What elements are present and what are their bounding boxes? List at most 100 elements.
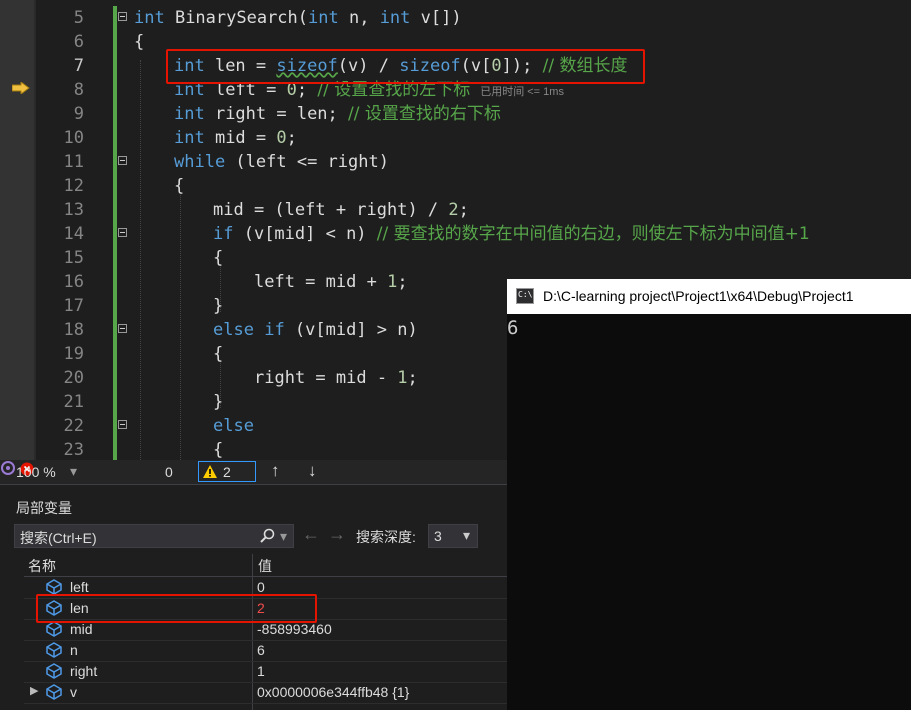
code-text: mid = (left + right) / 2;: [213, 200, 469, 220]
perf-tip: 已用时间 <= 1ms: [480, 86, 564, 98]
code-text: int right = len; // 设置查找的右下标: [174, 104, 501, 124]
locals-title: 局部变量: [16, 500, 72, 516]
variable-icon: [46, 642, 62, 658]
console-titlebar[interactable]: C:\ D:\C-learning project\Project1\x64\D…: [507, 279, 911, 314]
line-number: 13: [63, 200, 84, 220]
console-window[interactable]: C:\ D:\C-learning project\Project1\x64\D…: [507, 279, 911, 710]
variable-name: mid: [70, 621, 93, 637]
variable-value[interactable]: 1: [257, 663, 265, 679]
line-number: 16: [63, 272, 84, 292]
console-output: 6: [507, 317, 519, 339]
annotation-highlight-box: [36, 594, 317, 623]
column-header-name[interactable]: 名称: [28, 556, 56, 576]
zoom-dropdown-icon[interactable]: ▾: [70, 463, 77, 480]
code-text: while (left <= right): [174, 152, 389, 172]
search-depth-select[interactable]: 3 ▾: [428, 524, 478, 548]
table-row[interactable]: ▶ v 0x0000006e344ffb48 {1}: [24, 682, 507, 704]
variable-icon: [46, 684, 62, 700]
code-text: {: [213, 440, 224, 460]
variable-name: right: [70, 663, 98, 679]
code-line[interactable]: 15 {: [0, 246, 911, 270]
code-text: else: [213, 416, 254, 436]
line-number: 7: [73, 56, 84, 76]
line-number: 15: [63, 248, 84, 268]
line-number: 23: [63, 440, 84, 460]
copilot-icon[interactable]: [0, 460, 16, 476]
search-options-icon[interactable]: ▾: [280, 528, 287, 545]
line-number: 8: [73, 80, 84, 100]
variable-name: left: [70, 579, 89, 595]
collapse-toggle-icon[interactable]: [118, 420, 127, 429]
code-line[interactable]: 13 mid = (left + right) / 2;: [0, 198, 911, 222]
pane-divider: [0, 484, 507, 485]
table-row[interactable]: right 1: [24, 661, 507, 683]
line-number: 12: [63, 176, 84, 196]
warning-indicator[interactable]: 2: [198, 461, 256, 482]
line-number: 22: [63, 416, 84, 436]
code-line[interactable]: 12 {: [0, 174, 911, 198]
line-number: 11: [63, 152, 84, 172]
code-text: int BinarySearch(int n, int v[]): [134, 8, 462, 28]
line-number: 10: [63, 128, 84, 148]
column-header-value[interactable]: 值: [258, 556, 272, 576]
zoom-level[interactable]: 100 %: [16, 464, 56, 480]
variable-icon: [46, 663, 62, 679]
code-line[interactable]: 14 if (v[mid] < n) // 要查找的数字在中间值的右边，则使左下…: [0, 222, 911, 246]
search-back-icon[interactable]: ←: [302, 524, 320, 545]
code-text: if (v[mid] < n) // 要查找的数字在中间值的右边，则使左下标为中…: [213, 224, 810, 244]
collapse-toggle-icon[interactable]: [118, 12, 127, 21]
line-number: 17: [63, 296, 84, 316]
code-text: }: [213, 392, 224, 412]
locals-grid-header: 名称 值: [24, 554, 507, 577]
expand-icon[interactable]: ▶: [30, 684, 38, 697]
line-number: 19: [63, 344, 84, 364]
variable-name: v: [70, 684, 77, 700]
variable-icon: [46, 621, 62, 637]
variable-name: n: [70, 642, 78, 658]
editor-status-bar: 100 % ▾ 0 2 ↑ ↓: [0, 460, 507, 484]
line-number: 5: [73, 8, 84, 28]
console-title: D:\C-learning project\Project1\x64\Debug…: [543, 288, 854, 304]
search-placeholder: 搜索(Ctrl+E): [20, 530, 97, 546]
variable-value[interactable]: -858993460: [257, 621, 332, 637]
variable-value[interactable]: 0: [257, 579, 265, 595]
collapse-toggle-icon[interactable]: [118, 228, 127, 237]
code-line[interactable]: 5 int BinarySearch(int n, int v[]): [0, 6, 911, 30]
console-app-icon: C:\: [516, 288, 534, 304]
code-text: else if (v[mid] > n): [213, 320, 418, 340]
table-row[interactable]: n 6: [24, 640, 507, 662]
arrow-up-icon[interactable]: ↑: [271, 461, 280, 481]
collapse-toggle-icon[interactable]: [118, 324, 127, 333]
code-text: int mid = 0;: [174, 128, 297, 148]
error-count[interactable]: 0: [165, 464, 173, 480]
code-text: {: [174, 176, 185, 196]
search-depth-value: 3: [434, 528, 442, 544]
search-depth-label: 搜索深度:: [356, 529, 416, 545]
code-text: left = mid + 1;: [254, 272, 408, 292]
line-number: 20: [63, 368, 84, 388]
collapse-toggle-icon[interactable]: [118, 156, 127, 165]
annotation-highlight-box: [166, 49, 645, 84]
variable-value[interactable]: 6: [257, 642, 265, 658]
code-text: }: [213, 296, 224, 316]
search-forward-icon[interactable]: →: [328, 524, 346, 545]
line-number: 18: [63, 320, 84, 340]
variable-value[interactable]: 0x0000006e344ffb48 {1}: [257, 684, 409, 700]
warning-icon: [203, 465, 217, 478]
code-text: {: [213, 248, 224, 268]
code-line[interactable]: 10 int mid = 0;: [0, 126, 911, 150]
code-text: {: [134, 32, 145, 52]
code-text: right = mid - 1;: [254, 368, 418, 388]
locals-search-input[interactable]: 搜索(Ctrl+E) ▾: [14, 524, 294, 548]
chevron-down-icon: ▾: [463, 527, 471, 543]
code-line[interactable]: 9 int right = len; // 设置查找的右下标: [0, 102, 911, 126]
warning-count: 2: [223, 464, 231, 480]
arrow-down-icon[interactable]: ↓: [308, 461, 317, 481]
line-number: 21: [63, 392, 84, 412]
line-number: 6: [73, 32, 84, 52]
code-text: {: [213, 344, 224, 364]
code-line[interactable]: 11 while (left <= right): [0, 150, 911, 174]
search-icon[interactable]: [259, 528, 275, 544]
line-number: 9: [73, 104, 84, 124]
variable-icon: [46, 579, 62, 595]
